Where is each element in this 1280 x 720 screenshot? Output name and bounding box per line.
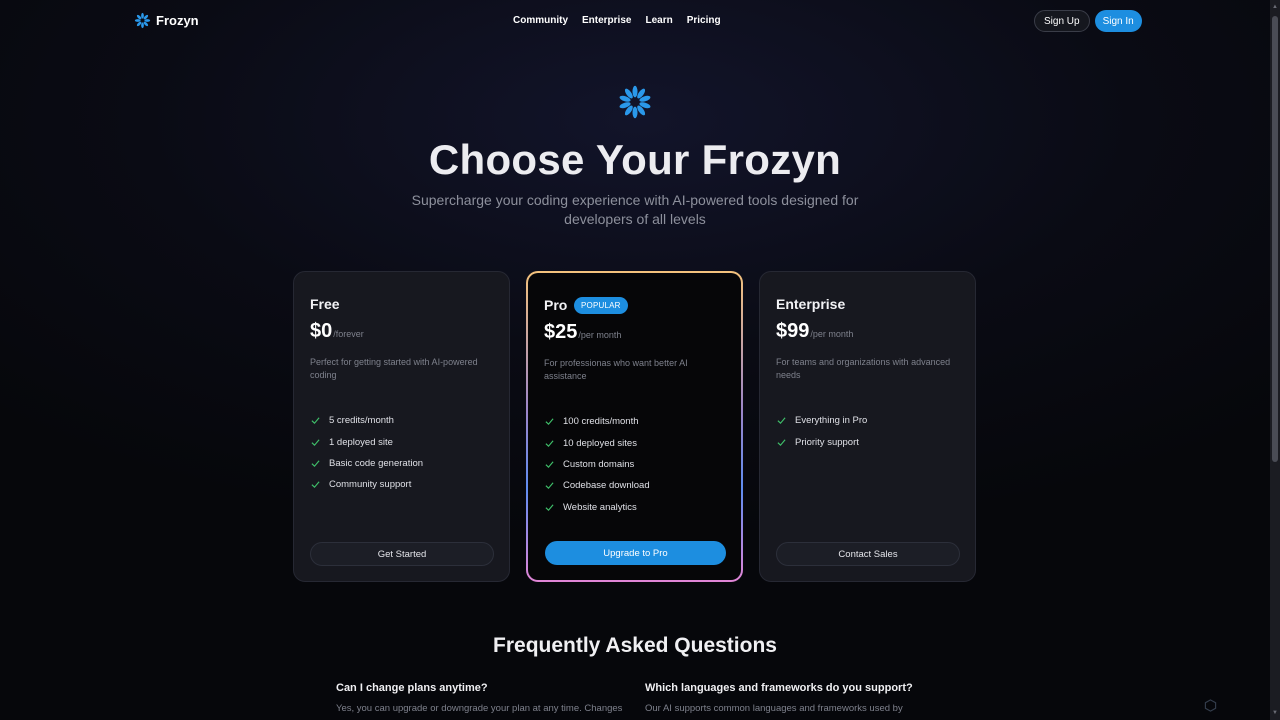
faq-answer: Yes, you can upgrade or downgrade your p… [336, 703, 623, 714]
feature-list: 100 credits/month 10 deployed sites Cust… [545, 411, 650, 518]
faq-question: Which languages and frameworks do you su… [645, 682, 913, 694]
hexagon-icon [1204, 699, 1217, 712]
plan-description: For teams and organizations with advance… [776, 357, 951, 380]
plan-card-pro: Pro POPULAR $25 /per month For professio… [526, 271, 743, 582]
check-icon [545, 482, 554, 490]
page-subtitle: Supercharge your coding experience with … [411, 192, 859, 227]
check-icon [311, 481, 320, 489]
faq-question: Can I change plans anytime? [336, 682, 488, 694]
price-amount: $99 [776, 320, 810, 342]
main-nav: Community Enterprise Learn Pricing [513, 15, 721, 26]
sign-up-button[interactable]: Sign Up [1034, 10, 1090, 32]
popular-badge: POPULAR [574, 297, 628, 314]
plan-name: Enterprise [776, 296, 846, 312]
feature-label: Priority support [795, 436, 859, 448]
plan-price: $99 /per month [776, 320, 853, 343]
plan-name: Free [310, 296, 340, 312]
check-icon [311, 460, 320, 468]
price-period: /per month [578, 330, 622, 340]
faq-heading: Frequently Asked Questions [493, 634, 777, 657]
page-title: Choose Your Frozyn [428, 136, 842, 183]
check-icon [545, 461, 554, 469]
plan-price: $0 /forever [310, 320, 364, 343]
check-icon [545, 504, 554, 511]
plan-description: For professionas who want better AI assi… [544, 358, 688, 381]
sign-in-button[interactable]: Sign In [1094, 10, 1142, 32]
plan-description: Perfect for getting started with AI-powe… [310, 357, 478, 380]
feature-item: Everything in Pro [777, 410, 867, 431]
price-amount: $0 [310, 320, 333, 342]
check-icon [777, 417, 786, 425]
watermark-logo [1204, 699, 1217, 712]
upgrade-to-pro-button[interactable]: Upgrade to Pro [545, 541, 726, 565]
contact-sales-button[interactable]: Contact Sales [776, 542, 960, 566]
feature-list: 5 credits/month 1 deployed site Basic co… [311, 410, 423, 496]
nav-link-pricing[interactable]: Pricing [687, 15, 721, 26]
nav-link-learn[interactable]: Learn [645, 15, 672, 26]
nav-link-enterprise[interactable]: Enterprise [582, 15, 631, 26]
faq-answer: Our AI supports common languages and fra… [645, 703, 903, 714]
feature-item: 100 credits/month [545, 411, 650, 432]
plan-card-enterprise: Enterprise $99 /per month For teams and … [759, 271, 976, 582]
check-icon [311, 438, 320, 446]
brand-name: Frozyn [156, 13, 199, 28]
price-amount: $25 [544, 321, 578, 343]
auth-buttons: Sign Up Sign In [1034, 10, 1142, 32]
feature-label: 5 credits/month [329, 415, 394, 427]
snowflake-icon [134, 12, 151, 29]
check-icon [311, 417, 320, 425]
price-period: /forever [333, 329, 364, 339]
plan-card-free: Free $0 /forever Perfect for getting sta… [293, 271, 510, 582]
feature-label: Website analytics [563, 501, 637, 513]
feature-item: Basic code generation [311, 453, 423, 474]
feature-label: 10 deployed sites [563, 437, 637, 449]
scrollbar-thumb[interactable] [1272, 16, 1278, 462]
feature-label: Community support [329, 479, 412, 491]
feature-label: Basic code generation [329, 457, 424, 469]
check-icon [545, 439, 554, 447]
feature-label: 100 credits/month [563, 416, 639, 428]
feature-item: Website analytics [545, 497, 650, 518]
feature-item: Codebase download [545, 475, 650, 496]
top-navbar: Frozyn Community Enterprise Learn Pricin… [0, 0, 1280, 44]
brand-link[interactable]: Frozyn [134, 12, 199, 29]
feature-item: Priority support [777, 431, 867, 452]
scroll-up-arrow-icon[interactable]: ▲ [1271, 3, 1279, 11]
feature-item: 5 credits/month [311, 410, 423, 431]
feature-label: Custom domains [563, 458, 635, 470]
check-icon [545, 418, 554, 426]
check-icon [777, 438, 786, 446]
plan-name: Pro [544, 297, 568, 313]
feature-item: Community support [311, 474, 423, 495]
hero-snowflake-icon [617, 84, 653, 120]
page-scrollbar[interactable]: ▲ ▼ [1270, 0, 1280, 720]
feature-item: Custom domains [545, 454, 650, 475]
feature-list: Everything in Pro Priority support [777, 410, 867, 453]
scroll-down-arrow-icon[interactable]: ▼ [1271, 709, 1279, 717]
feature-label: Codebase download [563, 480, 650, 492]
feature-label: Everything in Pro [795, 415, 868, 427]
feature-item: 10 deployed sites [545, 432, 650, 453]
feature-label: 1 deployed site [329, 436, 393, 448]
nav-link-community[interactable]: Community [513, 15, 568, 26]
get-started-button[interactable]: Get Started [310, 542, 494, 566]
pro-card-body: Pro POPULAR $25 /per month For professio… [528, 273, 741, 580]
feature-item: 1 deployed site [311, 431, 423, 452]
plan-price: $25 /per month [544, 321, 621, 344]
price-period: /per month [810, 329, 854, 339]
